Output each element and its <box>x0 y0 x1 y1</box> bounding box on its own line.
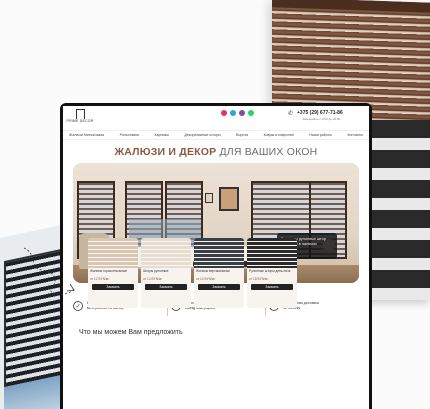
logo-mark-icon <box>75 109 85 119</box>
site-header: PRIME DECOR ✆ +375 (29) 677-71-86 Ежедне… <box>63 106 369 130</box>
product-image <box>194 238 244 268</box>
nav-item[interactable]: Ворота <box>236 133 248 137</box>
viber-icon[interactable] <box>239 110 245 116</box>
product-name: Шторы рулонные <box>143 269 169 273</box>
product-image <box>141 238 191 268</box>
decorative-squiggle <box>23 247 75 295</box>
phone-icon: ✆ <box>288 111 294 117</box>
whatsapp-icon[interactable] <box>248 110 254 116</box>
nav-item[interactable]: Наши работы <box>309 133 332 137</box>
offers-title: Что мы можем Вам предложить <box>79 329 183 336</box>
phone-number[interactable]: +375 (29) 677-71-86 <box>297 110 343 116</box>
nav-item[interactable]: Карнизы <box>155 133 169 137</box>
product-card[interactable]: Жалюзи вертикальные от 10 BYN/м² Заказат… <box>194 238 244 308</box>
product-name: Жалюзи вертикальные <box>196 269 231 273</box>
nav-item[interactable]: Ковры и ковролин <box>264 133 294 137</box>
headline-rest: ДЛЯ ВАШИХ ОКОН <box>219 146 318 158</box>
order-button[interactable]: Заказать <box>145 284 187 290</box>
main-nav: Жалюзи Минск/заказ Рольставни Карнизы Де… <box>63 130 369 140</box>
product-price: от 10 BYN/м² <box>196 277 216 281</box>
order-button[interactable]: Заказать <box>92 284 134 290</box>
social-links <box>221 110 254 116</box>
wall-art <box>219 187 239 211</box>
product-list: Жалюзи горизонтальные от 12 BYN/м² Заказ… <box>88 238 297 308</box>
product-name: Рулонные шторы день-ночь <box>249 269 291 273</box>
product-price: от 18 BYN/м² <box>249 277 269 281</box>
wall-art <box>205 193 213 203</box>
product-card[interactable]: Рулонные шторы день-ночь от 18 BYN/м² За… <box>247 238 297 308</box>
nav-item[interactable]: Контакты <box>347 133 363 137</box>
check-icon: ✓ <box>73 301 83 311</box>
product-card[interactable]: Жалюзи горизонтальные от 12 BYN/м² Заказ… <box>88 238 138 308</box>
product-image <box>247 238 297 268</box>
product-name: Жалюзи горизонтальные <box>90 269 128 273</box>
site-logo[interactable]: PRIME DECOR <box>66 109 94 127</box>
order-button[interactable]: Заказать <box>251 284 293 290</box>
nav-item[interactable]: Декоративные шторы <box>184 133 220 137</box>
order-button[interactable]: Заказать <box>198 284 240 290</box>
zebra-blind-image <box>362 120 430 300</box>
telegram-icon[interactable] <box>230 110 236 116</box>
product-price: от 12 BYN/м² <box>90 277 110 281</box>
working-hours: Ежедневно с 9:00 до 20:00 <box>303 117 341 121</box>
hero-headline: ЖАЛЮЗИ И ДЕКОР ДЛЯ ВАШИХ ОКОН <box>63 146 369 158</box>
promo-scene: PRIME DECOR ✆ +375 (29) 677-71-86 Ежедне… <box>0 0 430 409</box>
headline-accent: ЖАЛЮЗИ И ДЕКОР <box>114 146 217 158</box>
nav-item[interactable]: Жалюзи Минск/заказ <box>69 133 104 137</box>
logo-text: PRIME DECOR <box>66 119 94 123</box>
product-image <box>88 238 138 268</box>
nav-item[interactable]: Рольставни <box>120 133 139 137</box>
instagram-icon[interactable] <box>221 110 227 116</box>
product-price: от 14 BYN/м² <box>143 277 163 281</box>
product-card[interactable]: Шторы рулонные от 14 BYN/м² Заказать <box>141 238 191 308</box>
